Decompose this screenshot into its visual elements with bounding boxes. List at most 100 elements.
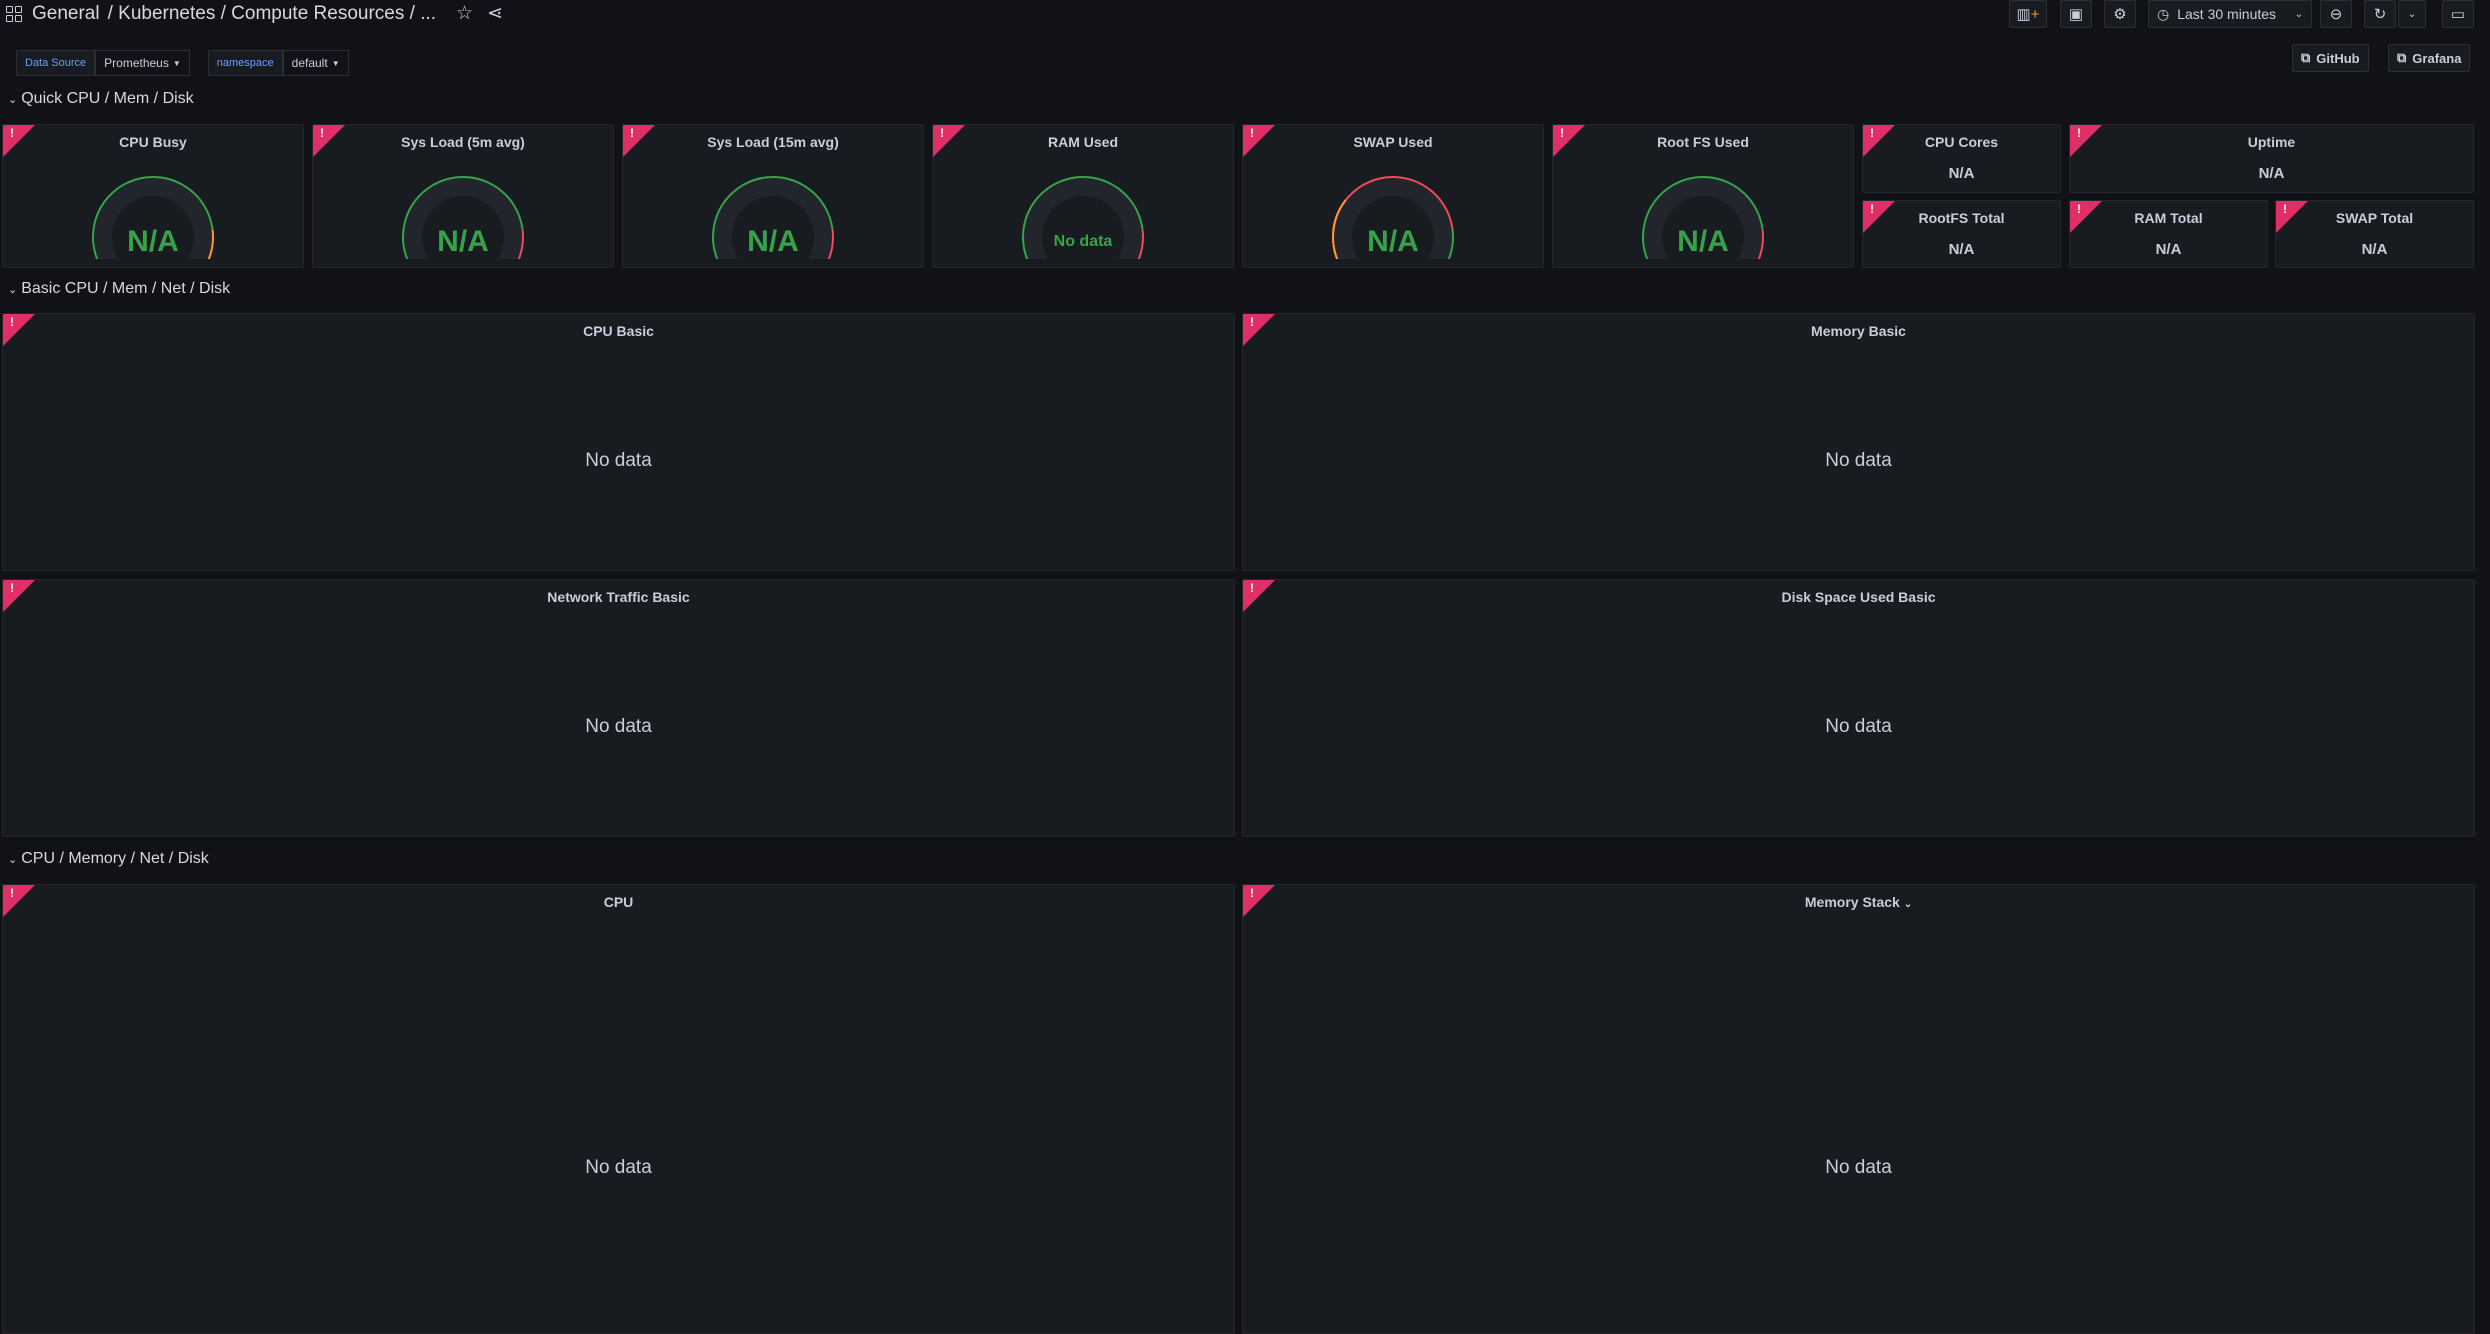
no-data-message: No data bbox=[1825, 450, 1892, 471]
stat-panel-uptime[interactable]: ! Uptime N/A bbox=[2069, 124, 2474, 193]
no-data-message: No data bbox=[585, 450, 652, 471]
clock-icon: ◷ bbox=[2157, 5, 2170, 22]
no-data-message: No data bbox=[1825, 716, 1892, 737]
panel-title[interactable]: Sys Load (15m avg) bbox=[623, 134, 923, 150]
gauge-value: N/A bbox=[1677, 225, 1729, 258]
refresh-icon: ↻ bbox=[2373, 6, 2387, 23]
breadcrumb-root[interactable]: General bbox=[32, 3, 100, 25]
gauge-panel[interactable]: ! RAM Used No data bbox=[932, 124, 1234, 268]
gauge-panel[interactable]: ! Root FS Used N/A bbox=[1552, 124, 1854, 268]
graph-panel-memory-stack[interactable]: ! Memory Stack ⌄ No data bbox=[1242, 884, 2475, 1334]
time-picker-button[interactable]: ◷ Last 30 minutes ⌄ bbox=[2148, 0, 2312, 28]
chevron-down-icon: ⌄ bbox=[2407, 8, 2417, 20]
panel-title[interactable]: RAM Total bbox=[2070, 210, 2267, 226]
graph-panel-memory-basic[interactable]: ! Memory Basic No data bbox=[1242, 313, 2475, 571]
chevron-down-icon: ⌄ bbox=[8, 853, 18, 866]
stat-panel-swap-total[interactable]: ! SWAP Total N/A bbox=[2275, 200, 2474, 268]
variable-select-namespace[interactable]: default ▼ bbox=[282, 50, 349, 76]
stat-value: N/A bbox=[1948, 241, 1975, 258]
graph-panel-cpu[interactable]: ! CPU No data bbox=[2, 884, 1235, 1334]
zoom-out-button[interactable]: ⊖ bbox=[2320, 0, 2352, 28]
panel-title[interactable]: Memory Stack ⌄ bbox=[1243, 894, 2474, 910]
panel-title[interactable]: CPU Cores bbox=[1863, 134, 2060, 150]
github-link[interactable]: ⧉ GitHub bbox=[2292, 44, 2369, 72]
panel-title[interactable]: CPU Busy bbox=[3, 134, 303, 150]
breadcrumb-path[interactable]: / Kubernetes / Compute Resources / ... bbox=[108, 3, 436, 25]
gauge-panel[interactable]: ! SWAP Used N/A bbox=[1242, 124, 1544, 268]
variable-value-datasource: Prometheus bbox=[104, 56, 169, 70]
panel-title[interactable]: Memory Basic bbox=[1243, 323, 2474, 339]
stat-panel-cpu-cores[interactable]: ! CPU Cores N/A bbox=[1862, 124, 2061, 193]
grafana-link[interactable]: ⧉ Grafana bbox=[2388, 44, 2471, 72]
variable-label-datasource: Data Source bbox=[16, 50, 96, 76]
panel-title[interactable]: RAM Used bbox=[933, 134, 1233, 150]
panel-title[interactable]: CPU bbox=[3, 894, 1234, 910]
add-panel-button[interactable]: ▥+ bbox=[2009, 0, 2047, 28]
gauge-panel[interactable]: ! Sys Load (15m avg) N/A bbox=[622, 124, 924, 268]
monitor-icon: ▭ bbox=[2450, 6, 2466, 23]
panel-title[interactable]: RootFS Total bbox=[1863, 210, 2060, 226]
no-data-message: No data bbox=[1825, 1157, 1892, 1178]
panel-title[interactable]: Network Traffic Basic bbox=[3, 589, 1234, 605]
no-data-message: No data bbox=[585, 1157, 652, 1178]
no-data-message: No data bbox=[585, 716, 652, 737]
add-panel-icon: ▥+ bbox=[2016, 6, 2040, 23]
row-header-quick[interactable]: ⌄ Quick CPU / Mem / Disk bbox=[8, 90, 194, 108]
chevron-down-icon: ⌄ bbox=[8, 93, 18, 106]
panel-title[interactable]: Disk Space Used Basic bbox=[1243, 589, 2474, 605]
row-title: CPU / Memory / Net / Disk bbox=[21, 850, 209, 867]
panel-title[interactable]: CPU Basic bbox=[3, 323, 1234, 339]
stat-value: N/A bbox=[2258, 165, 2285, 182]
share-icon[interactable]: ⋖ bbox=[487, 2, 503, 25]
gear-icon: ⚙ bbox=[2113, 6, 2127, 23]
github-link-label: GitHub bbox=[2316, 50, 2360, 66]
panel-title[interactable]: Sys Load (5m avg) bbox=[313, 134, 613, 150]
refresh-button[interactable]: ↻ bbox=[2364, 0, 2396, 28]
gauge-value: N/A bbox=[1367, 225, 1419, 258]
gauge-panel[interactable]: ! Sys Load (5m avg) N/A bbox=[312, 124, 614, 268]
top-navbar: General / Kubernetes / Compute Resources… bbox=[0, 0, 2490, 30]
row-header-basic[interactable]: ⌄ Basic CPU / Mem / Net / Disk bbox=[8, 280, 230, 298]
dashboards-grid-icon[interactable] bbox=[6, 5, 22, 22]
stat-value: N/A bbox=[2155, 241, 2182, 258]
panel-title[interactable]: Uptime bbox=[2070, 134, 2473, 150]
row-header-cpu-memory-net-disk[interactable]: ⌄ CPU / Memory / Net / Disk bbox=[8, 850, 209, 868]
save-icon: ▣ bbox=[2068, 6, 2084, 23]
graph-panel-disk-space-used-basic[interactable]: ! Disk Space Used Basic No data bbox=[1242, 579, 2475, 837]
gauge-value: N/A bbox=[747, 225, 799, 258]
panel-title[interactable]: SWAP Used bbox=[1243, 134, 1543, 150]
zoom-out-icon: ⊖ bbox=[2329, 6, 2343, 23]
panel-menu-chevron-icon[interactable]: ⌄ bbox=[1904, 899, 1912, 910]
stat-panel-rootfs-total[interactable]: ! RootFS Total N/A bbox=[1862, 200, 2061, 268]
gauge-value: No data bbox=[1053, 233, 1113, 250]
view-mode-button[interactable]: ▭ bbox=[2442, 0, 2474, 28]
star-icon[interactable]: ☆ bbox=[456, 2, 473, 25]
time-range-label: Last 30 minutes bbox=[2177, 6, 2277, 22]
external-link-icon: ⧉ bbox=[2397, 50, 2407, 65]
panel-title[interactable]: Root FS Used bbox=[1553, 134, 1853, 150]
graph-panel-network-traffic-basic[interactable]: ! Network Traffic Basic No data bbox=[2, 579, 1235, 837]
chevron-down-icon: ⌄ bbox=[8, 283, 18, 296]
gauge-value: N/A bbox=[437, 225, 489, 258]
save-dashboard-button[interactable]: ▣ bbox=[2060, 0, 2092, 28]
refresh-interval-dropdown[interactable]: ⌄ bbox=[2398, 0, 2426, 28]
dashboard-settings-button[interactable]: ⚙ bbox=[2104, 0, 2136, 28]
template-variables: Data Source Prometheus ▼ namespace defaul… bbox=[16, 50, 349, 76]
caret-down-icon: ▼ bbox=[331, 58, 340, 68]
grafana-link-label: Grafana bbox=[2412, 50, 2462, 66]
breadcrumb: General / Kubernetes / Compute Resources… bbox=[6, 2, 503, 25]
panel-title-text: Memory Stack bbox=[1804, 894, 1900, 910]
external-link-icon: ⧉ bbox=[2301, 50, 2311, 65]
gauge-panel[interactable]: ! CPU Busy N/A bbox=[2, 124, 304, 268]
gauge-value: N/A bbox=[127, 225, 179, 258]
variable-value-namespace: default bbox=[291, 56, 328, 70]
graph-panel-cpu-basic[interactable]: ! CPU Basic No data bbox=[2, 313, 1235, 571]
chevron-down-icon: ⌄ bbox=[2294, 8, 2303, 20]
variable-select-datasource[interactable]: Prometheus ▼ bbox=[95, 50, 190, 76]
stat-value: N/A bbox=[2361, 241, 2388, 258]
stat-panel-ram-total[interactable]: ! RAM Total N/A bbox=[2069, 200, 2268, 268]
stat-value: N/A bbox=[1948, 165, 1975, 182]
row-title: Quick CPU / Mem / Disk bbox=[21, 90, 194, 107]
variable-label-namespace: namespace bbox=[207, 50, 283, 76]
panel-title[interactable]: SWAP Total bbox=[2276, 210, 2473, 226]
